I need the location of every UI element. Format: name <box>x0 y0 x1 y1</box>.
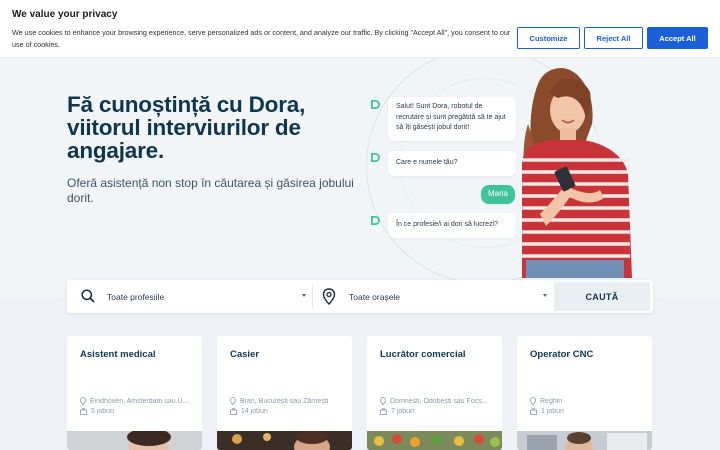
job-card-image <box>517 431 652 450</box>
job-card-count-text: 7 joburi <box>391 408 414 415</box>
city-select[interactable]: Toate orașele <box>349 280 549 313</box>
job-card-count: 14 joburi <box>230 408 350 415</box>
briefcase-icon <box>230 408 237 415</box>
cookie-text: We use cookies to enhance your browsing … <box>12 28 511 49</box>
search-icon <box>81 289 95 303</box>
job-card-location-text: Domnești, Odobești sau Focș... <box>390 397 488 405</box>
cookie-banner: We value your privacy We use cookies to … <box>0 0 720 58</box>
search-divider <box>312 285 313 308</box>
hero-title: Fă cunoștință cu Dora, viitorul interviu… <box>67 92 306 163</box>
chat-reply: Maria <box>481 185 515 204</box>
job-card-image <box>67 431 202 450</box>
search-button[interactable]: CAUTĂ <box>554 282 650 311</box>
chevron-down-icon <box>543 294 547 297</box>
location-pin-icon <box>530 397 536 405</box>
dora-icon <box>371 216 380 225</box>
job-card-location: Reghin <box>530 397 650 405</box>
job-card-location-text: Bran, București sau Zărnești <box>240 397 329 405</box>
chat-message: Salut! Sunt Dora, robotul de recrutare ș… <box>388 97 516 141</box>
search-bar: Toate profesiile Toate orașele CAUTĂ <box>67 280 653 313</box>
job-card-count: 1 joburi <box>530 408 650 415</box>
location-pin-icon <box>230 397 236 405</box>
reject-all-button[interactable]: Reject All <box>584 27 643 49</box>
job-card-count-text: 1 joburi <box>541 408 564 415</box>
dora-icon <box>371 153 380 162</box>
job-card[interactable]: Lucrător comercial Domnești, Odobești sa… <box>367 336 502 450</box>
hero-subtitle: Oferă asistență non stop în căutarea și … <box>67 176 354 205</box>
chevron-down-icon <box>302 294 306 297</box>
briefcase-icon <box>530 408 537 415</box>
city-select-value: Toate orașele <box>349 291 401 302</box>
customize-button[interactable]: Customize <box>517 27 580 49</box>
job-card-location-text: Eindhoven, Amsterdam sau U... <box>90 397 189 405</box>
job-card-title: Asistent medical <box>80 349 156 360</box>
profession-select-value: Toate profesiile <box>107 291 165 302</box>
job-card-count: 7 joburi <box>380 408 500 415</box>
location-pin-icon <box>380 397 386 405</box>
job-card-title: Operator CNC <box>530 349 594 360</box>
accept-all-button[interactable]: Accept All <box>647 27 708 49</box>
job-card-count: 5 joburi <box>80 408 200 415</box>
briefcase-icon <box>80 408 87 415</box>
job-card[interactable]: Operator CNC Reghin 1 joburi <box>517 336 652 450</box>
job-card-location: Domnești, Odobești sau Focș... <box>380 397 500 405</box>
job-card-count-text: 5 joburi <box>91 408 114 415</box>
job-card-title: Lucrător comercial <box>380 349 466 360</box>
job-card-title: Casier <box>230 349 260 360</box>
briefcase-icon <box>380 408 387 415</box>
cookie-title: We value your privacy <box>12 9 118 20</box>
chat-message: Care e numele tău? <box>388 151 516 176</box>
chat-message: În ce profesie/i ai dori să lucrezi? <box>388 213 516 238</box>
job-card-location: Bran, București sau Zărnești <box>230 397 350 405</box>
job-card-location: Eindhoven, Amsterdam sau U... <box>80 397 200 405</box>
job-card[interactable]: Casier Bran, București sau Zărnești 14 j… <box>217 336 352 450</box>
location-pin-icon <box>322 288 336 305</box>
profession-select[interactable]: Toate profesiile <box>107 280 307 313</box>
job-card-count-text: 14 joburi <box>241 408 268 415</box>
job-card[interactable]: Asistent medical Eindhoven, Amsterdam sa… <box>67 336 202 450</box>
dora-icon <box>371 100 380 109</box>
person-illustration <box>522 68 632 278</box>
job-card-image <box>367 431 502 450</box>
job-card-image <box>217 431 352 450</box>
job-card-location-text: Reghin <box>540 397 563 405</box>
location-pin-icon <box>80 397 86 405</box>
